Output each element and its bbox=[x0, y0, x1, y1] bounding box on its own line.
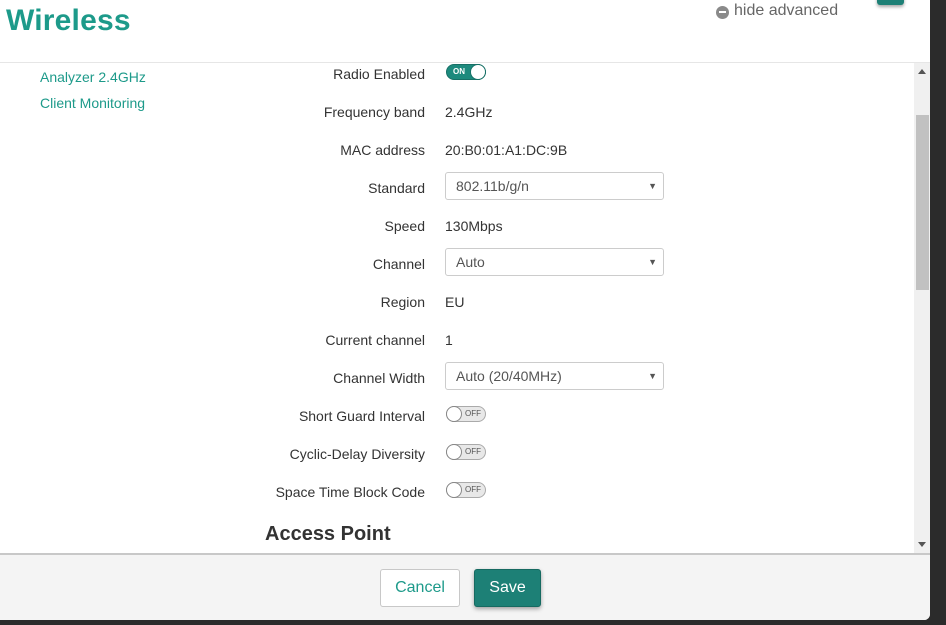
current-channel-value: 1 bbox=[445, 332, 453, 348]
scroll-down-arrow-icon[interactable] bbox=[918, 542, 926, 547]
speed-row: Speed 130Mbps bbox=[0, 216, 914, 246]
short-guard-interval-label: Short Guard Interval bbox=[298, 408, 425, 424]
caret-down-icon: ▼ bbox=[648, 181, 657, 191]
frequency-band-value: 2.4GHz bbox=[445, 104, 493, 120]
cyclic-delay-diversity-toggle[interactable]: OFF bbox=[446, 444, 486, 460]
channel-width-select[interactable]: Auto (20/40MHz) ▼ bbox=[445, 362, 664, 390]
toggle-state-label: OFF bbox=[465, 485, 481, 494]
header-action-button[interactable] bbox=[877, 0, 904, 5]
caret-down-icon: ▼ bbox=[648, 371, 657, 381]
hide-advanced-link[interactable]: hide advanced bbox=[716, 2, 838, 20]
frequency-band-row: Frequency band 2.4GHz bbox=[0, 102, 914, 132]
speed-label: Speed bbox=[384, 218, 425, 234]
access-point-heading: Access Point bbox=[265, 523, 391, 545]
mac-address-row: MAC address 20:B0:01:A1:DC:9B bbox=[0, 140, 914, 170]
frequency-band-label: Frequency band bbox=[323, 104, 425, 120]
dialog-header: Wireless hide advanced bbox=[0, 0, 930, 63]
current-channel-row: Current channel 1 bbox=[0, 330, 914, 360]
channel-width-row: Channel Width Auto (20/40MHz) ▼ bbox=[0, 362, 914, 398]
short-guard-interval-row: Short Guard Interval OFF bbox=[0, 406, 914, 436]
dialog-footer: Cancel Save bbox=[0, 553, 930, 620]
radio-enabled-row: Radio Enabled ON bbox=[0, 64, 914, 94]
cyclic-delay-diversity-row: Cyclic-Delay Diversity OFF bbox=[0, 444, 914, 474]
standard-selected: 802.11b/g/n bbox=[456, 178, 529, 194]
radio-enabled-toggle[interactable]: ON bbox=[446, 64, 486, 80]
scroll-thumb[interactable] bbox=[916, 115, 929, 290]
standard-label: Standard bbox=[368, 180, 425, 196]
mac-address-label: MAC address bbox=[340, 142, 425, 158]
toggle-state-label: OFF bbox=[465, 447, 481, 456]
toggle-knob bbox=[470, 64, 486, 80]
vertical-scrollbar[interactable] bbox=[914, 63, 930, 553]
channel-width-label: Channel Width bbox=[333, 370, 425, 386]
scroll-up-arrow-icon[interactable] bbox=[918, 69, 926, 74]
toggle-knob bbox=[446, 444, 462, 460]
mac-address-value: 20:B0:01:A1:DC:9B bbox=[445, 142, 568, 158]
toggle-knob bbox=[446, 482, 462, 498]
channel-label: Channel bbox=[372, 256, 425, 272]
caret-down-icon: ▼ bbox=[648, 257, 657, 267]
region-row: Region EU bbox=[0, 292, 914, 322]
space-time-block-code-label: Space Time Block Code bbox=[275, 484, 425, 500]
channel-selected: Auto bbox=[456, 254, 485, 270]
region-label: Region bbox=[380, 294, 425, 310]
toggle-knob bbox=[446, 406, 462, 422]
channel-select[interactable]: Auto ▼ bbox=[445, 248, 664, 276]
save-button[interactable]: Save bbox=[474, 569, 541, 607]
wireless-dialog: Wireless hide advanced Analyzer 2.4GHz C… bbox=[0, 0, 930, 620]
toggle-state-label: OFF bbox=[465, 409, 481, 418]
standard-select[interactable]: 802.11b/g/n ▼ bbox=[445, 172, 664, 200]
region-value: EU bbox=[445, 294, 465, 310]
space-time-block-code-toggle[interactable]: OFF bbox=[446, 482, 486, 498]
short-guard-interval-toggle[interactable]: OFF bbox=[446, 406, 486, 422]
cyclic-delay-diversity-label: Cyclic-Delay Diversity bbox=[289, 446, 425, 462]
speed-value: 130Mbps bbox=[445, 218, 503, 234]
cancel-button[interactable]: Cancel bbox=[380, 569, 460, 607]
hide-advanced-label: hide advanced bbox=[734, 2, 839, 19]
minus-circle-icon bbox=[716, 5, 729, 19]
settings-content: Analyzer 2.4GHz Client Monitoring Radio … bbox=[0, 63, 914, 553]
channel-width-selected: Auto (20/40MHz) bbox=[456, 368, 562, 384]
page-title: Wireless bbox=[6, 4, 131, 37]
channel-row: Channel Auto ▼ bbox=[0, 248, 914, 284]
standard-row: Standard 802.11b/g/n ▼ bbox=[0, 172, 914, 208]
space-time-block-code-row: Space Time Block Code OFF bbox=[0, 482, 914, 512]
radio-enabled-label: Radio Enabled bbox=[333, 66, 425, 82]
toggle-state-label: ON bbox=[453, 67, 465, 76]
current-channel-label: Current channel bbox=[325, 332, 425, 348]
